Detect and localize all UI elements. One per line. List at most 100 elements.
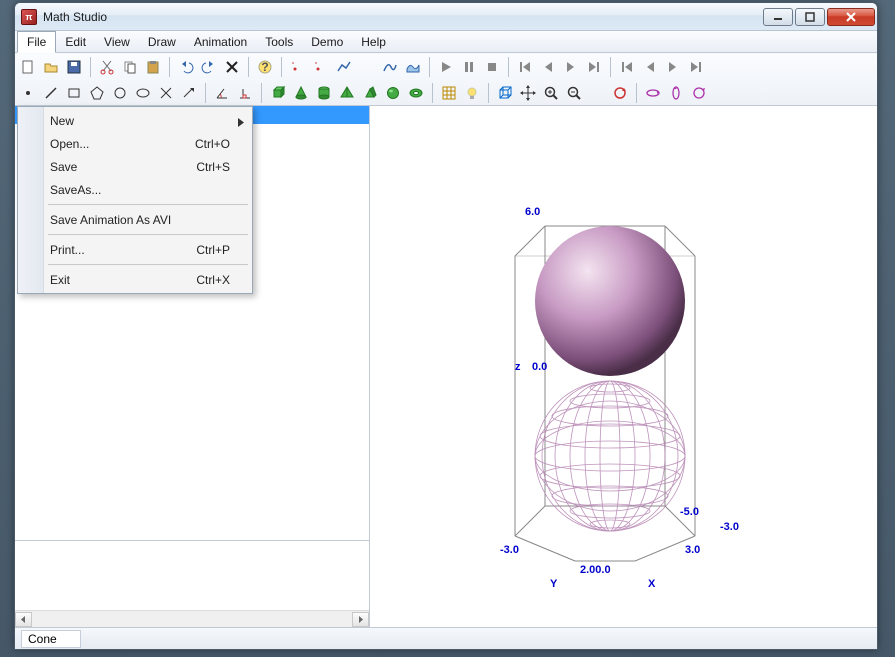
status-text: Cone: [21, 630, 81, 648]
menubar: File Edit View Draw Animation Tools Demo…: [15, 31, 877, 53]
cut-icon[interactable]: [96, 56, 118, 78]
circle-icon[interactable]: [109, 82, 131, 104]
window-title: Math Studio: [43, 10, 107, 24]
wireframe-cube-icon[interactable]: [494, 82, 516, 104]
menu-animation[interactable]: Animation: [185, 31, 256, 52]
menu-item-shortcut: Ctrl+O: [195, 137, 230, 151]
cylinder-green-icon[interactable]: [313, 82, 335, 104]
content-area: New Open... Ctrl+O SaveCtrl+SSaveAs... Save …: [15, 106, 877, 627]
step-fwd-icon[interactable]: [560, 56, 582, 78]
copy-icon[interactable]: [119, 56, 141, 78]
step-back-icon[interactable]: [537, 56, 559, 78]
scroll-left-button[interactable]: [15, 612, 32, 627]
menu-separator: [48, 234, 248, 235]
menu-help[interactable]: Help: [352, 31, 395, 52]
zoom-out-icon[interactable]: [563, 82, 585, 104]
axis-tick-z-bot: -5.0: [680, 506, 699, 518]
file-menu-dropdown: New Open... Ctrl+O SaveCtrl+SSaveAs... Save …: [17, 106, 253, 294]
point-icon[interactable]: [17, 82, 39, 104]
frame-back-start-icon[interactable]: [616, 56, 638, 78]
stop-icon[interactable]: [481, 56, 503, 78]
toolbar-separator: [169, 57, 170, 77]
toolbar-separator: [429, 57, 430, 77]
move-icon[interactable]: [517, 82, 539, 104]
sphere-green-icon[interactable]: [382, 82, 404, 104]
redo-icon[interactable]: [198, 56, 220, 78]
cone-green-icon[interactable]: [290, 82, 312, 104]
zoom-in-icon[interactable]: [540, 82, 562, 104]
open-icon[interactable]: [40, 56, 62, 78]
cube-green-icon[interactable]: [267, 82, 289, 104]
lightbulb-icon[interactable]: [461, 82, 483, 104]
menu-item-new[interactable]: New: [20, 109, 250, 132]
step-back-start-icon[interactable]: [514, 56, 536, 78]
lower-panel[interactable]: [15, 540, 369, 610]
maximize-button[interactable]: [795, 8, 825, 26]
grid-icon[interactable]: [438, 82, 460, 104]
menu-file[interactable]: File: [17, 31, 56, 53]
menu-item-saveas[interactable]: SaveAs...: [20, 178, 250, 201]
menu-item-label: Save Animation As AVI: [50, 213, 171, 227]
app-icon: π: [21, 9, 37, 25]
menu-item-label: Print...: [50, 243, 85, 257]
menu-item-save-animation-as-avi[interactable]: Save Animation As AVI: [20, 208, 250, 231]
menu-item-print[interactable]: Print... Ctrl+P: [20, 238, 250, 261]
titlebar[interactable]: π Math Studio: [15, 3, 877, 31]
rotate-x-icon[interactable]: [642, 82, 664, 104]
close-button[interactable]: [827, 8, 875, 26]
prism-green-icon[interactable]: [359, 82, 381, 104]
pause-icon[interactable]: [458, 56, 480, 78]
play-icon[interactable]: [435, 56, 457, 78]
arrow-icon[interactable]: [178, 82, 200, 104]
frame-back-icon[interactable]: [639, 56, 661, 78]
horizontal-scrollbar[interactable]: [15, 610, 369, 627]
new-icon[interactable]: [17, 56, 39, 78]
polygon-icon[interactable]: [86, 82, 108, 104]
menu-separator: [48, 204, 248, 205]
perpendicular-icon[interactable]: [234, 82, 256, 104]
ellipse-icon[interactable]: [132, 82, 154, 104]
surface-graph-icon[interactable]: [402, 56, 424, 78]
line-graph-icon[interactable]: [333, 56, 355, 78]
scatter-dot-icon[interactable]: [287, 56, 309, 78]
minimize-button[interactable]: [763, 8, 793, 26]
menu-view[interactable]: View: [95, 31, 139, 52]
rotate-z-icon[interactable]: [688, 82, 710, 104]
menu-draw[interactable]: Draw: [139, 31, 185, 52]
toolbar-separator: [205, 83, 206, 103]
svg-text:?: ?: [261, 60, 268, 74]
app-window: π Math Studio File Edit View Draw Animat…: [14, 2, 878, 650]
menu-item-save[interactable]: SaveCtrl+S: [20, 155, 250, 178]
angle-icon[interactable]: [211, 82, 233, 104]
line-icon[interactable]: [40, 82, 62, 104]
menu-item-open[interactable]: Open... Ctrl+O: [20, 132, 250, 155]
torus-green-icon[interactable]: [405, 82, 427, 104]
menu-demo[interactable]: Demo: [302, 31, 352, 52]
scatter-dots-icon[interactable]: [310, 56, 332, 78]
axis-label-z: z: [515, 361, 521, 373]
delete-icon[interactable]: [221, 56, 243, 78]
toolbar-separator: [488, 83, 489, 103]
reset-view-icon[interactable]: [609, 82, 631, 104]
rect-icon[interactable]: [63, 82, 85, 104]
menu-item-exit[interactable]: ExitCtrl+X: [20, 268, 250, 291]
frame-fwd-end-icon[interactable]: [685, 56, 707, 78]
paste-icon[interactable]: [142, 56, 164, 78]
x-mark-icon[interactable]: [155, 82, 177, 104]
menu-item-shortcut: Ctrl+P: [196, 243, 230, 257]
menu-item-shortcut: Ctrl+X: [196, 273, 230, 287]
save-icon[interactable]: [63, 56, 85, 78]
frame-fwd-icon[interactable]: [662, 56, 684, 78]
curve-graph-icon[interactable]: [379, 56, 401, 78]
menu-edit[interactable]: Edit: [56, 31, 95, 52]
rotate-y-icon[interactable]: [665, 82, 687, 104]
step-fwd-end-icon[interactable]: [583, 56, 605, 78]
undo-icon[interactable]: [175, 56, 197, 78]
menu-item-label: Open...: [50, 137, 89, 151]
scroll-right-button[interactable]: [352, 612, 369, 627]
menu-tools[interactable]: Tools: [256, 31, 302, 52]
pyramid-green-icon[interactable]: [336, 82, 358, 104]
help-icon[interactable]: ?: [254, 56, 276, 78]
3d-viewport[interactable]: 6.0 z 0.0 -5.0 -3.0 2.00.0 3.0 -3.0 X Y: [370, 106, 877, 627]
toolbar-separator: [432, 83, 433, 103]
